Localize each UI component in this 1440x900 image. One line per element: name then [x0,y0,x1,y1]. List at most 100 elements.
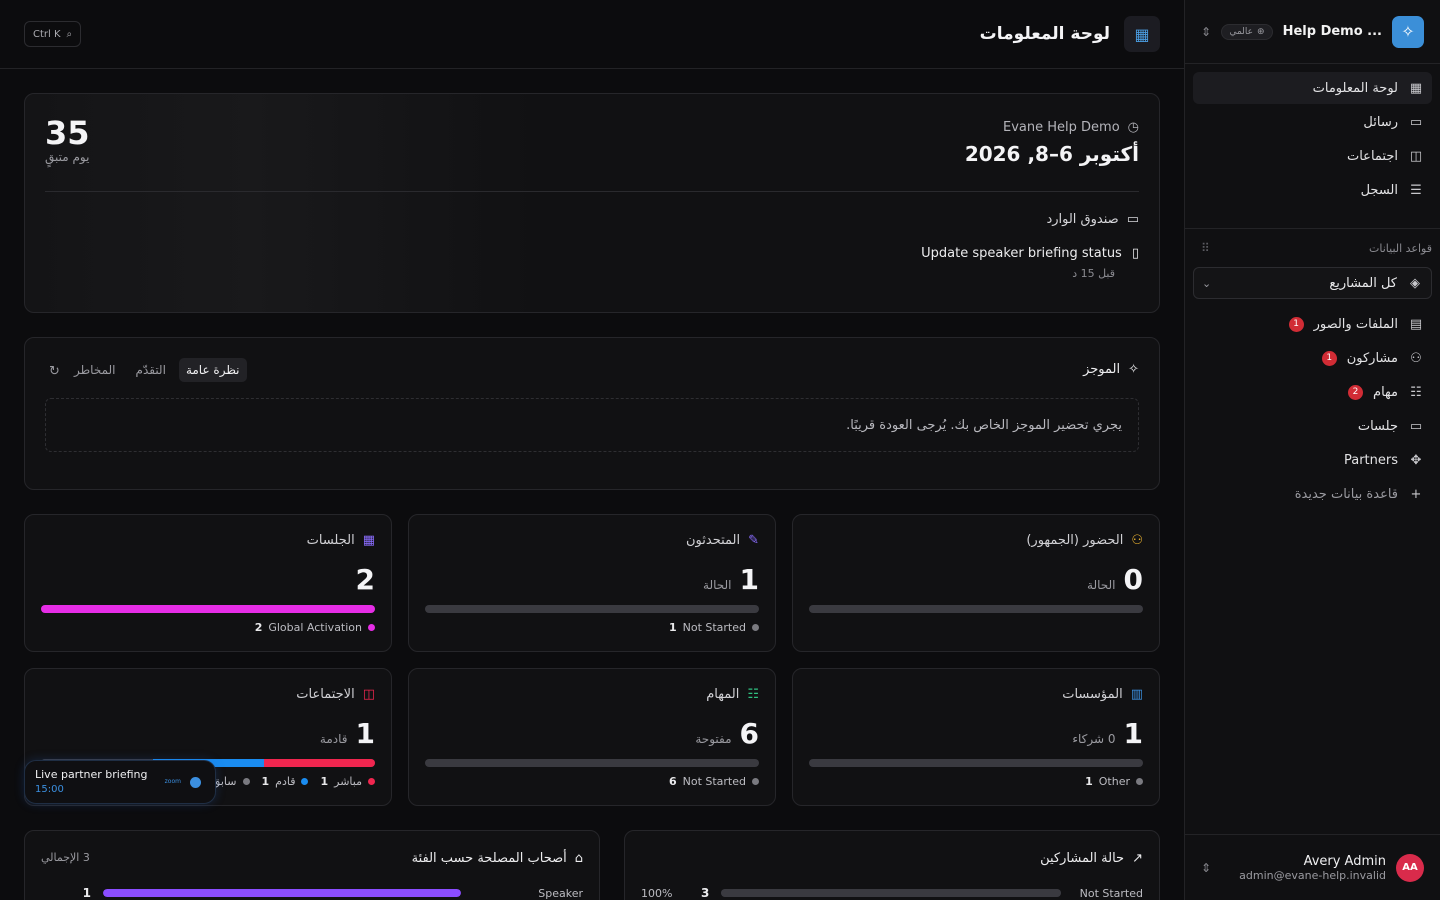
db-item-tasks[interactable]: ☷ مهام 2 [1185,375,1440,409]
checklist-icon: ☷ [1410,384,1422,400]
stat-value: 1 [739,563,759,596]
chevron-down-icon: ⌄ [1202,276,1212,290]
stat-value: 0 [1123,563,1143,596]
db-item-participants[interactable]: ⚇ مشاركون 1 [1185,341,1440,375]
stat-card-speakers[interactable]: ✎ المتحدثون 1 الحالة Not Started 1 [408,514,776,652]
video-icon: ◫ [362,687,375,702]
stat-value: 1 [355,717,375,750]
workspace-logo-icon: ✧ [1392,15,1424,48]
legend: مباشر 1 قادم 1 سابق [212,775,375,788]
participant-status-card: ↗ حالة المشاركين Not Started 3 100% [624,830,1160,900]
tab-risks[interactable]: المخاطر [67,358,123,382]
stat-value: 6 [739,717,759,750]
building-icon: ▥ [1130,687,1143,702]
globe-icon: ⊕ [1257,26,1265,37]
count-badge: 1 [1321,350,1337,366]
stat-card-tasks[interactable]: ☷ المهام 6 مفتوحة Not Started 6 [408,668,776,806]
count-badge: 1 [1288,316,1304,332]
briefing-message: يجري تحضير الموجز الخاص بك. يُرجى العودة… [45,398,1139,452]
stakeholders-card: ⌂ أصحاب المصلحة حسب الفئة 3 الإجمالي Spea… [24,830,600,900]
briefing-title: الموجز [1083,362,1121,377]
clipboard-check-icon: ▯ [1131,246,1139,261]
live-status-dot [190,777,201,788]
chevron-updown-icon[interactable]: ⇕ [1201,861,1211,875]
calendar-icon: ▦ [362,533,375,548]
tab-progress[interactable]: التقدّم [129,358,173,382]
presentation-icon: ▭ [1409,418,1423,434]
main-content: ▦ لوحة المعلومات Ctrl K ⌕ ◷ Evane Help D… [0,0,1184,900]
legend: Not Started 1 [669,621,759,634]
stat-value: 1 [1123,717,1143,750]
stat-card-sessions[interactable]: ▦ الجلسات 2 Global Activation 2 [24,514,392,652]
briefing-tabs: نظرة عامة التقدّم المخاطر [67,358,247,382]
stat-card-attendance[interactable]: ⚇ الحضور (الجمهور) 0 الحالة [792,514,1160,652]
avatar: AA [1396,853,1424,882]
zoom-logo-icon: zoom [164,778,181,785]
project-select[interactable]: ◈ كل المشاريع ⌄ [1193,267,1432,299]
user-name: Avery Admin [1303,853,1386,869]
stakeholders-total: 3 الإجمالي [41,851,90,864]
days-remaining: 35 يوم متبقٍ [45,114,90,164]
nav-item-log[interactable]: ☰ السجل [1193,174,1432,206]
video-icon: ◫ [1409,148,1423,164]
main-nav: ▦ لوحة المعلومات ▭ رسائل ◫ اجتماعات ☰ ال… [1185,64,1440,216]
page-title: لوحة المعلومات [979,24,1110,44]
db-item-sessions[interactable]: ▭ جلسات [1185,409,1440,443]
progress-bar [809,605,1143,613]
chevron-updown-icon[interactable]: ⇕ [1201,25,1211,39]
event-name: Evane Help Demo [1003,120,1120,135]
databases-section-header: قواعد البيانات ⠿ [1201,241,1432,255]
checklist-icon: ☷ [747,687,759,702]
event-date: أكتوبر 6–8, 2026 [964,142,1139,166]
users-icon: ⚇ [1410,350,1422,366]
workspace-switcher[interactable]: ✧ Help Demo ... ⊕ عالمي ⇕ [1185,0,1440,64]
nav-item-meetings[interactable]: ◫ اجتماعات [1193,140,1432,172]
legend: Other 1 [1085,775,1143,788]
users-icon: ⚇ [1131,533,1143,548]
legend: Not Started 6 [669,775,759,788]
refresh-icon[interactable]: ↻ [49,364,60,379]
nav-item-dashboard[interactable]: ▦ لوحة المعلومات [1193,72,1432,104]
workspace-scope-badge: ⊕ عالمي [1221,23,1273,40]
drag-handle-icon[interactable]: ⠿ [1201,241,1210,255]
calendar-clock-icon: ◷ [1127,120,1139,135]
count-badge: 2 [1348,384,1364,400]
topbar: ▦ لوحة المعلومات Ctrl K ⌕ [0,0,1184,69]
progress-bar [809,759,1143,767]
dashboard-icon: ▦ [1124,16,1160,52]
pen-icon: ✎ [748,533,759,548]
inbox-title[interactable]: ▭ صندوق الوارد [1046,212,1139,227]
live-meeting-indicator[interactable]: Live partner briefing 15:00 zoom [24,760,216,804]
stat-card-organizations[interactable]: ▥ المؤسسات 10 شركاء Other 1 [792,668,1160,806]
layers-icon: ◈ [1410,275,1420,291]
trend-icon: ↗ [1132,851,1143,866]
legend: Global Activation 2 [255,621,375,634]
nav-item-messages[interactable]: ▭ رسائل [1193,106,1432,138]
tab-overview[interactable]: نظرة عامة [178,358,247,382]
handshake-icon: ✥ [1410,452,1422,468]
db-item-partners[interactable]: ✥ Partners [1185,443,1440,477]
user-email: admin@evane-help.invalid [1239,868,1386,882]
category-bar-fill [103,889,461,897]
db-item-files[interactable]: ▤ الملفات والصور 1 [1185,307,1440,341]
dashboard-icon: ▦ [1409,80,1423,96]
briefing-card: ✧ الموجز نظرة عامة التقدّم المخاطر ↻ يجر… [24,337,1160,490]
inbox-item[interactable]: ▯ Update speaker briefing status قبل 15 … [921,246,1139,280]
search-icon: ⌕ [66,28,73,40]
search-button[interactable]: Ctrl K ⌕ [24,21,82,47]
category-row: Speaker 1 [82,886,583,900]
event-hero-card: ◷ Evane Help Demo أكتوبر 6–8, 2026 35 يو… [24,93,1160,313]
user-menu[interactable]: AA Avery Admin admin@evane-help.invalid … [1185,834,1440,900]
sidebar: ✧ Help Demo ... ⊕ عالمي ⇕ ▦ لوحة المعلوما… [1184,0,1440,900]
status-row: Not Started 3 100% [641,886,1143,900]
inbox-icon: ▭ [1126,212,1139,227]
sparkles-icon: ✧ [1128,362,1139,377]
new-database-button[interactable]: + قاعدة بيانات جديدة [1185,477,1440,511]
event-summary: ◷ Evane Help Demo أكتوبر 6–8, 2026 35 يو… [45,114,1139,192]
progress-bar [425,759,759,767]
live-meeting-time: 15:00 [35,784,64,795]
tag-icon: ⌂ [574,851,583,866]
progress-bar [425,605,759,613]
plus-icon: + [1410,486,1422,502]
file-icon: ▤ [1409,316,1423,332]
